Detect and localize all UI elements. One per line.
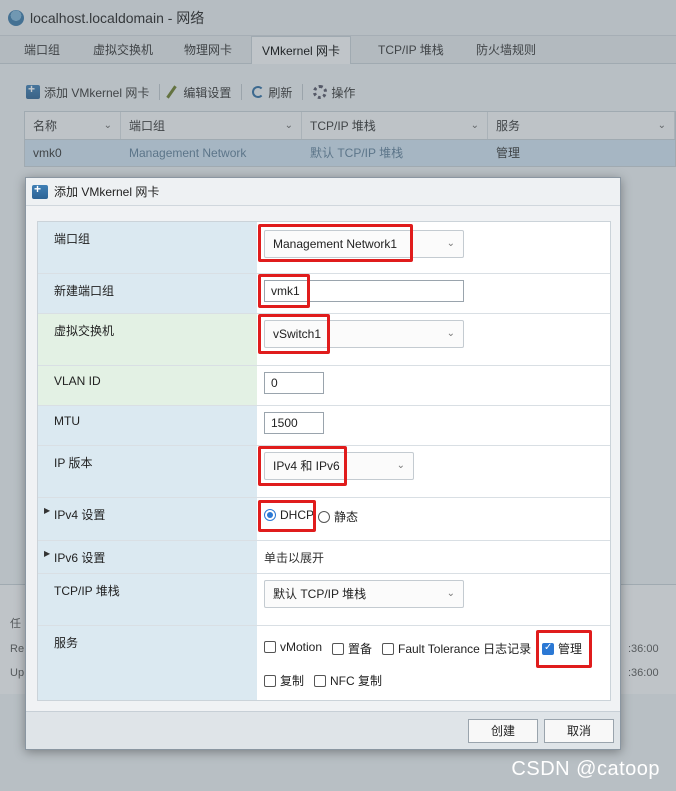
row-vswitch: 虚拟交换机 vSwitch1 ⌄ <box>38 314 610 366</box>
row-tcpip-stack: TCP/IP 堆栈 默认 TCP/IP 堆栈 ⌄ <box>38 574 610 626</box>
chevron-down-icon: ⌄ <box>446 588 455 599</box>
label-portgroup: 端口组 <box>38 222 257 273</box>
watermark: CSDN @catoop <box>511 758 660 780</box>
label-ip-version: IP 版本 <box>38 446 257 497</box>
row-new-portgroup: 新建端口组 vmk1 <box>38 274 610 314</box>
add-nic-icon <box>32 182 48 199</box>
row-services: 服务 vMotion 置备 Fault Tolerance 日志记录 管理 复制 <box>38 626 610 700</box>
label-stack: TCP/IP 堆栈 <box>38 574 257 625</box>
chevron-down-icon: ⌄ <box>396 460 405 471</box>
checkbox-unchecked-icon <box>264 641 276 653</box>
expand-triangle-icon: ▶ <box>44 506 51 515</box>
label-vswitch: 虚拟交换机 <box>38 314 257 365</box>
add-vmkernel-nic-dialog: 添加 VMkernel 网卡 端口组 Management Network1⌄ … <box>25 177 621 750</box>
row-vlan: VLAN ID 0 <box>38 366 610 406</box>
checkbox-unchecked-icon <box>314 674 326 687</box>
checkbox-unchecked-icon <box>264 674 276 687</box>
ipv6-expand-hint[interactable]: 单击以展开 <box>264 549 324 566</box>
dialog-footer: 创建 取消 <box>26 711 620 749</box>
highlight-box <box>258 314 330 354</box>
highlight-box <box>258 500 316 532</box>
row-ipv6-settings: ▶ IPv6 设置 单击以展开 <box>38 541 610 574</box>
service-vmotion-checkbox[interactable]: vMotion <box>264 640 322 654</box>
create-button[interactable]: 创建 <box>468 719 538 743</box>
highlight-box <box>258 446 347 486</box>
chevron-down-icon: ⌄ <box>446 328 455 339</box>
row-portgroup: 端口组 Management Network1 ⌄ <box>38 222 610 274</box>
mtu-input[interactable]: 1500 <box>264 412 324 434</box>
vlan-id-input[interactable]: 0 <box>264 372 324 394</box>
service-replication-checkbox[interactable]: 复制 <box>264 672 304 689</box>
label-vlan: VLAN ID <box>38 366 257 405</box>
highlight-box <box>258 274 310 308</box>
label-ipv6[interactable]: ▶ IPv6 设置 <box>38 541 257 573</box>
label-services: 服务 <box>38 626 257 700</box>
tcpip-stack-select[interactable]: 默认 TCP/IP 堆栈 ⌄ <box>264 580 464 608</box>
nic-settings-form: 端口组 Management Network1 ⌄ 新建端口组 vmk1 虚拟交换… <box>37 221 611 701</box>
cancel-button[interactable]: 取消 <box>544 719 614 743</box>
checkbox-unchecked-icon <box>382 642 394 655</box>
radio-unselected-icon <box>318 510 330 523</box>
dialog-title: 添加 VMkernel 网卡 <box>54 185 160 199</box>
highlight-box <box>536 630 592 668</box>
service-nfc-replication-checkbox[interactable]: NFC 复制 <box>314 672 382 689</box>
row-ipv4-settings: ▶ IPv4 设置 DHCP 静态 <box>38 498 610 541</box>
label-ipv4[interactable]: ▶ IPv4 设置 <box>38 498 257 540</box>
label-mtu: MTU <box>38 406 257 445</box>
service-ft-logging-checkbox[interactable]: Fault Tolerance 日志记录 <box>382 640 531 657</box>
row-mtu: MTU 1500 <box>38 406 610 446</box>
chevron-down-icon: ⌄ <box>446 238 455 249</box>
static-radio[interactable]: 静态 <box>318 508 358 525</box>
service-provisioning-checkbox[interactable]: 置备 <box>332 640 372 657</box>
checkbox-unchecked-icon <box>332 642 344 655</box>
row-ip-version: IP 版本 IPv4 和 IPv6 ⌄ <box>38 446 610 498</box>
label-new-portgroup: 新建端口组 <box>38 274 257 313</box>
dialog-titlebar: 添加 VMkernel 网卡 <box>26 178 620 206</box>
expand-triangle-icon: ▶ <box>44 549 51 558</box>
highlight-box <box>258 224 413 262</box>
